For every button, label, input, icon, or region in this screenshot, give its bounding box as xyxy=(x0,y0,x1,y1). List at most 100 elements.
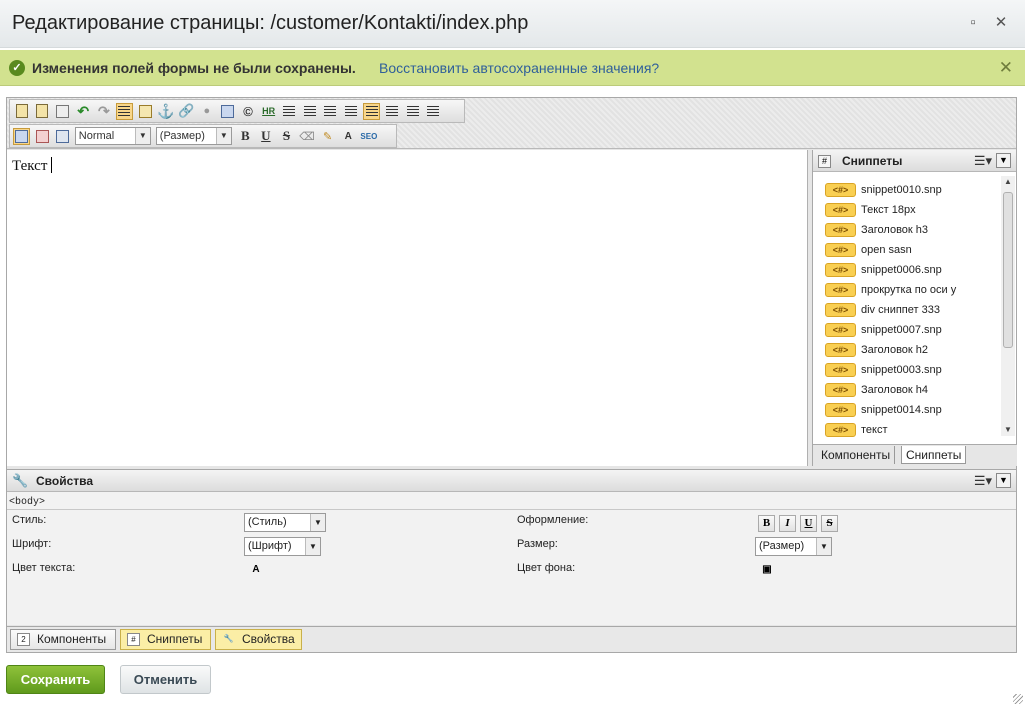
bottom-tab-components[interactable]: 2 Компоненты xyxy=(10,629,116,650)
properties-panel: 🔧 Свойства ☰▾ ▼ <body> Стиль: (Стиль) ▼ Ш… xyxy=(7,469,1016,625)
show-borders-icon[interactable] xyxy=(115,102,133,120)
align-right-icon[interactable] xyxy=(404,103,421,120)
bottom-panel-tabs: 2 Компоненты # Сниппеты 🔧 Свойства xyxy=(7,626,1016,652)
snippet-list-item[interactable]: <#> div сниппет 333 xyxy=(813,300,1001,320)
align-left-icon[interactable] xyxy=(363,102,381,120)
eraser-icon[interactable]: ⌫ xyxy=(299,128,316,145)
tab-snippets[interactable]: Сниппеты xyxy=(901,446,967,464)
editor-content-area[interactable]: Текст xyxy=(7,150,808,466)
snippet-scrollbar[interactable]: ▲ ▼ xyxy=(1001,176,1015,436)
redo-icon[interactable]: ↷ xyxy=(95,103,112,120)
align-justify-icon[interactable] xyxy=(425,103,442,120)
snippet-icon: # xyxy=(127,633,140,646)
scroll-up-icon[interactable]: ▲ xyxy=(1001,176,1015,188)
horizontal-rule-icon[interactable]: HR xyxy=(260,103,277,120)
window-title: Редактирование страницы: /customer/Konta… xyxy=(12,12,529,34)
special-char-icon[interactable]: © xyxy=(240,103,257,120)
panel-pin-icon[interactable]: ▼ xyxy=(996,473,1011,488)
font-select[interactable]: (Шрифт) ▼ xyxy=(244,537,321,556)
style-select[interactable]: (Стиль) ▼ xyxy=(244,513,326,532)
snippet-list-item[interactable]: <#> текст xyxy=(813,420,1001,438)
scrollbar-thumb[interactable] xyxy=(1003,192,1013,348)
tab-components[interactable]: Компоненты xyxy=(817,446,896,464)
snippet-badge-icon: <#> xyxy=(825,343,856,357)
text-caret xyxy=(51,157,53,173)
unordered-list-icon[interactable] xyxy=(301,103,318,120)
snippet-list-item[interactable]: <#> Заголовок h4 xyxy=(813,380,1001,400)
properties-panel-title: Свойства xyxy=(36,474,94,488)
format-style-select[interactable]: Normal ▼ xyxy=(74,127,151,145)
strikethrough-button[interactable]: S xyxy=(278,128,295,145)
unlink-icon[interactable]: ● xyxy=(198,103,215,120)
style-select-value: (Стиль) xyxy=(248,516,287,528)
size-select-value: (Размер) xyxy=(759,540,805,552)
prop-italic-button[interactable]: I xyxy=(779,515,796,532)
clean-format-icon[interactable]: ✎ xyxy=(319,128,336,145)
notice-close-icon[interactable]: ✕ xyxy=(999,58,1013,78)
panel-pin-icon[interactable]: ▼ xyxy=(996,153,1011,168)
restore-autosave-link[interactable]: Восстановить автосохраненные значения? xyxy=(379,60,659,76)
bottom-tab-properties[interactable]: 🔧 Свойства xyxy=(215,629,302,650)
properties-panel-header: 🔧 Свойства ☰▾ ▼ xyxy=(7,470,1016,492)
image-icon[interactable] xyxy=(219,103,236,120)
snippet-icon: # xyxy=(818,155,831,168)
font-size-select[interactable]: (Размер) ▼ xyxy=(155,127,232,145)
cancel-button[interactable]: Отменить xyxy=(120,665,211,694)
snippet-list-item[interactable]: <#> snippet0014.snp xyxy=(813,400,1001,420)
panel-menu-icon[interactable]: ☰▾ xyxy=(974,473,992,489)
snippet-list-item[interactable]: <#> snippet0003.snp xyxy=(813,360,1001,380)
code-mode-icon[interactable] xyxy=(34,128,51,145)
chevron-down-icon: ▼ xyxy=(134,128,150,144)
wysiwyg-mode-icon[interactable] xyxy=(13,127,30,145)
table-icon[interactable] xyxy=(137,103,154,120)
prop-underline-button[interactable]: U xyxy=(800,515,817,532)
snippet-list-item[interactable]: <#> open sasn xyxy=(813,240,1001,260)
snippet-label: div сниппет 333 xyxy=(861,304,940,316)
snippet-badge-icon: <#> xyxy=(825,403,856,417)
save-button[interactable]: Сохранить xyxy=(6,665,105,694)
components-icon: 2 xyxy=(17,633,30,646)
snippet-list-item[interactable]: <#> Заголовок h2 xyxy=(813,340,1001,360)
element-path-tag[interactable]: <body> xyxy=(9,497,45,508)
seo-icon[interactable]: SEO xyxy=(360,128,377,145)
indent-icon[interactable] xyxy=(343,103,360,120)
snippet-list-item[interactable]: <#> snippet0007.snp xyxy=(813,320,1001,340)
text-color-icon[interactable]: A xyxy=(340,128,357,145)
anchor-icon[interactable]: ⚓ xyxy=(157,103,174,120)
format-style-value: Normal xyxy=(78,130,115,142)
close-icon[interactable]: ✕ xyxy=(993,15,1009,31)
ordered-list-icon[interactable] xyxy=(281,103,298,120)
bold-button[interactable]: B xyxy=(237,128,254,145)
link-icon[interactable]: 🔗 xyxy=(178,103,195,120)
panel-menu-icon[interactable]: ☰▾ xyxy=(974,153,992,169)
bg-color-picker-icon[interactable]: ▣ xyxy=(758,561,776,579)
resize-grip-icon[interactable] xyxy=(1013,694,1023,704)
snippet-list-item[interactable]: <#> snippet0006.snp xyxy=(813,260,1001,280)
text-color-picker-icon[interactable]: A xyxy=(247,561,265,579)
prop-bold-button[interactable]: B xyxy=(758,515,775,532)
paste-list-icon[interactable] xyxy=(34,103,51,120)
notice-message: Изменения полей формы не были сохранены. xyxy=(32,60,356,76)
undo-icon[interactable]: ↶ xyxy=(75,103,92,120)
scroll-down-icon[interactable]: ▼ xyxy=(1001,424,1015,436)
outdent-icon[interactable] xyxy=(322,103,339,120)
snippet-list-item[interactable]: <#> Заголовок h3 xyxy=(813,220,1001,240)
prop-strike-button[interactable]: S xyxy=(821,515,838,532)
paste-word-icon[interactable] xyxy=(13,103,30,120)
snippet-list-item[interactable]: <#> прокрутка по оси y xyxy=(813,280,1001,300)
snippet-list-item[interactable]: <#> Текст 18px xyxy=(813,200,1001,220)
split-mode-icon[interactable] xyxy=(54,128,71,145)
underline-button[interactable]: U xyxy=(257,128,274,145)
snippet-list-item[interactable]: <#> snippet0010.snp xyxy=(813,180,1001,200)
size-select[interactable]: (Размер) ▼ xyxy=(755,537,832,556)
bottom-tab-snippets[interactable]: # Сниппеты xyxy=(120,629,211,650)
font-size-value: (Размер) xyxy=(159,130,205,142)
divider xyxy=(7,509,1016,510)
paste-text-icon[interactable] xyxy=(54,103,71,120)
maximize-icon[interactable]: ▫ xyxy=(965,15,981,31)
wrench-icon: 🔧 xyxy=(12,473,29,488)
align-center-icon[interactable] xyxy=(384,103,401,120)
bg-color-label: Цвет фона: xyxy=(517,562,576,574)
chevron-down-icon: ▼ xyxy=(305,538,320,555)
snippets-panel-title: Сниппеты xyxy=(842,154,903,168)
